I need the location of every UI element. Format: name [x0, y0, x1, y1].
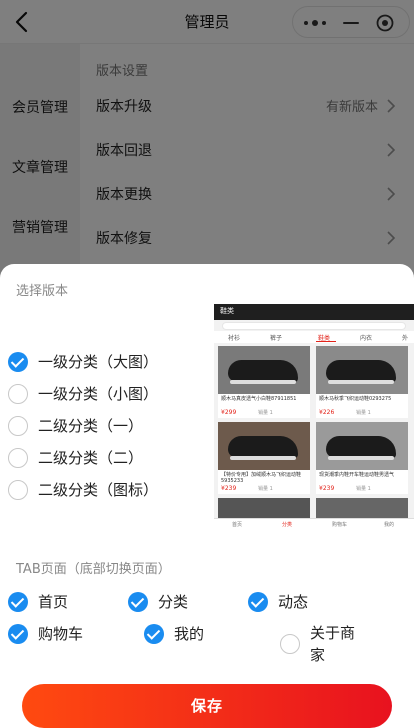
tab-option[interactable]: 关于商家 — [280, 624, 390, 664]
preview-category-tabs: 衬衫 裤子 鞋类 内衣 外 — [214, 331, 414, 343]
shoe-image — [218, 422, 310, 470]
preview-tab: 内衣 — [360, 335, 373, 342]
preview-product-name: 顺木马真皮透气小白鞋87911851 — [221, 396, 297, 402]
shoe-image — [218, 346, 310, 394]
shoe-image — [316, 422, 408, 470]
preview-product-card: 顺木马真皮透气小白鞋87911851 ¥299 销量 1 — [218, 346, 310, 418]
version-option[interactable]: 一级分类（大图） — [8, 350, 198, 374]
preview-product-sales: 销量 1 — [356, 410, 371, 416]
option-label: 动态 — [278, 593, 309, 611]
option-label: 我的 — [174, 625, 205, 643]
tab-option[interactable]: 动态 — [248, 590, 348, 614]
shoe-image — [218, 498, 310, 518]
option-label: 首页 — [38, 593, 69, 611]
option-label: 一级分类（大图） — [38, 353, 159, 371]
select-version-title: 选择版本 — [16, 284, 69, 299]
checked-circle-icon[interactable] — [8, 592, 28, 612]
option-label: 购物车 — [38, 625, 84, 643]
checked-circle-icon[interactable] — [144, 624, 164, 644]
preview-product-price: ¥226 — [319, 409, 335, 416]
preview-bottom-tab: 我的 — [384, 522, 395, 528]
option-label: 关于商家 — [310, 624, 356, 664]
unchecked-circle-icon[interactable] — [280, 634, 300, 654]
preview-bottom-tab: 分类 — [282, 522, 293, 528]
checked-circle-icon[interactable] — [8, 624, 28, 644]
preview-product-card: 现货潮季内鞋开车鞋运动鞋男透气 ¥239 销量 1 — [316, 422, 408, 494]
unchecked-circle-icon[interactable] — [8, 480, 28, 500]
version-bottom-sheet: 选择版本 一级分类（大图） 一级分类（小图） 二级分类（一） 二级分类（二） 二… — [0, 264, 414, 728]
save-button[interactable]: 保存 — [22, 684, 392, 728]
preview-product-name: 顺木马秋季飞织运动鞋0293275 — [319, 396, 392, 402]
unchecked-circle-icon[interactable] — [8, 384, 28, 404]
preview-product-card — [316, 498, 408, 518]
preview-tab: 外 — [402, 335, 409, 342]
version-option[interactable]: 一级分类（小图） — [8, 382, 198, 406]
preview-tab: 裤子 — [270, 335, 283, 342]
preview-product-name: 【特价专用】加绒顺木马飞织运动鞋 5935233 — [221, 472, 302, 484]
checked-circle-icon[interactable] — [8, 352, 28, 372]
preview-tab: 衬衫 — [228, 335, 241, 342]
unchecked-circle-icon[interactable] — [8, 448, 28, 468]
checked-circle-icon[interactable] — [128, 592, 148, 612]
version-option[interactable]: 二级分类（二） — [8, 446, 198, 470]
preview-product-card — [218, 498, 310, 518]
option-label: 分类 — [158, 593, 189, 611]
preview-tab-underline — [316, 341, 336, 342]
preview-product-sales: 销量 1 — [356, 486, 371, 492]
option-label: 二级分类（图标） — [38, 481, 159, 499]
preview-bottom-tab: 首页 — [232, 522, 243, 528]
checked-circle-icon[interactable] — [248, 592, 268, 612]
preview-product-price: ¥239 — [221, 485, 237, 492]
option-label: 一级分类（小图） — [38, 385, 159, 403]
preview-product-price: ¥239 — [319, 485, 335, 492]
preview-tab-bar: 首页 分类 购物车 我的 — [214, 518, 414, 530]
tab-option[interactable]: 首页 — [8, 590, 108, 614]
tab-option[interactable]: 购物车 — [8, 622, 118, 646]
option-label: 二级分类（二） — [38, 449, 144, 467]
preview-bottom-tab: 购物车 — [332, 522, 348, 528]
tab-option[interactable]: 分类 — [128, 590, 228, 614]
shoe-image — [316, 346, 408, 394]
option-label: 二级分类（一） — [38, 417, 144, 435]
preview-product-card: 【特价专用】加绒顺木马飞织运动鞋 5935233 ¥239 销量 1 — [218, 422, 310, 494]
version-option[interactable]: 二级分类（图标） — [8, 478, 198, 502]
version-preview-image: 鞋类 衬衫 裤子 鞋类 内衣 外 顺木马真皮透气小白鞋87911851 ¥299… — [214, 304, 414, 530]
shoe-image — [316, 498, 408, 518]
tab-option[interactable]: 我的 — [144, 622, 244, 646]
preview-product-name: 现货潮季内鞋开车鞋运动鞋男透气 — [319, 472, 395, 478]
preview-product-sales: 销量 1 — [258, 486, 273, 492]
preview-product-price: ¥299 — [221, 409, 237, 416]
unchecked-circle-icon[interactable] — [8, 416, 28, 436]
preview-product-card: 顺木马秋季飞织运动鞋0293275 ¥226 销量 1 — [316, 346, 408, 418]
preview-title: 鞋类 — [220, 307, 234, 315]
preview-status-bar: 鞋类 — [214, 304, 414, 320]
tab-pages-title: TAB页面（底部切换页面） — [16, 562, 171, 577]
preview-search-bar — [222, 322, 406, 330]
preview-product-sales: 销量 1 — [258, 410, 273, 416]
version-option[interactable]: 二级分类（一） — [8, 414, 198, 438]
